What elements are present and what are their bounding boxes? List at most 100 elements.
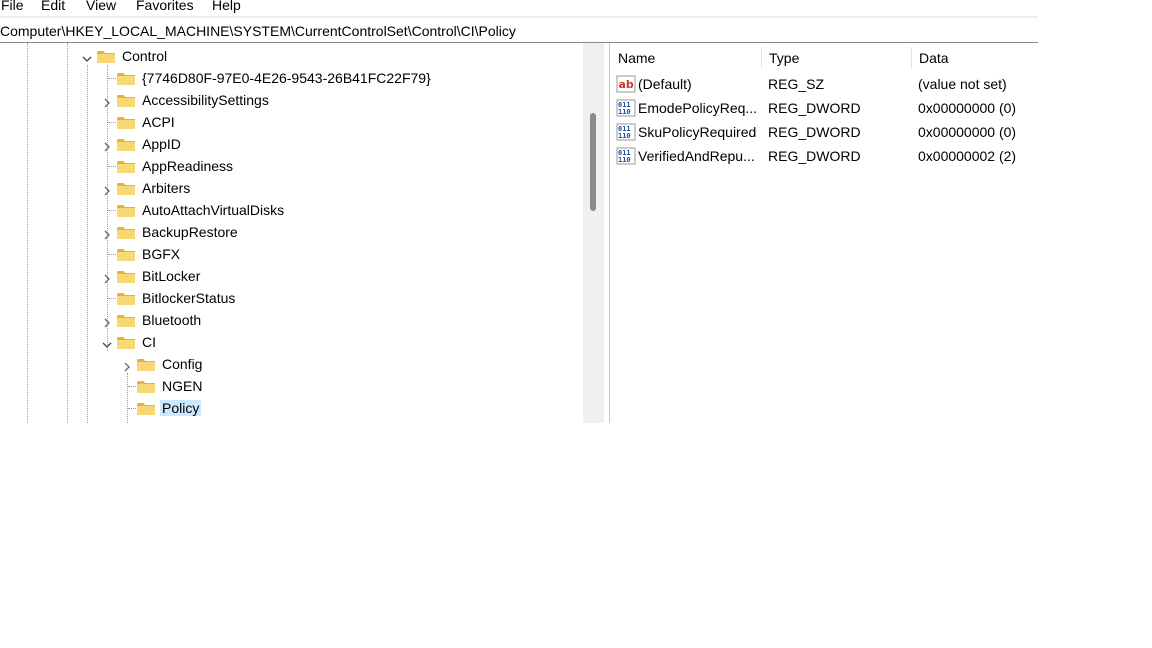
tree-node-label[interactable]: AppID <box>140 136 183 152</box>
tree-node[interactable]: Arbiters <box>0 177 583 199</box>
tree-node-label[interactable]: ACPI <box>140 114 177 130</box>
menu-favorites[interactable]: Favorites <box>136 0 194 15</box>
value-data: 0x00000000 (0) <box>918 100 1017 116</box>
tree-node[interactable]: AppID <box>0 133 583 155</box>
menu-view[interactable]: View <box>86 0 116 15</box>
tree-node-label[interactable]: AppReadiness <box>140 158 235 174</box>
tree-connector <box>108 298 116 299</box>
folder-icon <box>116 137 136 152</box>
binary-value-icon: 011 110 <box>616 147 636 165</box>
tree-node[interactable]: BitlockerStatus <box>0 287 583 309</box>
folder-icon <box>116 71 136 86</box>
folder-icon <box>116 203 136 218</box>
tree-connector <box>108 254 116 255</box>
address-path[interactable]: Computer\HKEY_LOCAL_MACHINE\SYSTEM\Curre… <box>0 22 516 40</box>
string-value-icon: ab <box>616 75 636 93</box>
value-list-pane[interactable]: Name Type Data ab (Default) REG_SZ (value n… <box>610 43 1038 423</box>
value-name: VerifiedAndRepu... <box>638 148 755 164</box>
chevron-right-icon[interactable] <box>102 227 112 240</box>
tree-node-label[interactable]: Policy <box>160 400 202 416</box>
chevron-right-icon[interactable] <box>102 315 112 328</box>
menu-bar: File Edit View Favorites Help <box>0 0 1038 16</box>
chevron-right-icon[interactable] <box>102 183 112 196</box>
chevron-right-icon[interactable] <box>102 139 112 152</box>
column-header-data-label: Data <box>919 50 949 66</box>
tree-node-label[interactable]: BitlockerStatus <box>140 290 237 306</box>
chevron-right-icon[interactable] <box>102 271 112 284</box>
tree-node[interactable]: Config <box>0 353 583 375</box>
folder-icon <box>96 49 116 64</box>
folder-icon <box>136 357 156 372</box>
column-header-type-label: Type <box>769 50 800 66</box>
tree-node-label[interactable]: Config <box>160 356 204 372</box>
svg-text:110: 110 <box>618 108 631 116</box>
tree-node-label[interactable]: AutoAttachVirtualDisks <box>140 202 286 218</box>
svg-text:ab: ab <box>619 78 634 91</box>
tree-node-label[interactable]: NGEN <box>160 378 204 394</box>
value-row[interactable]: ab (Default) REG_SZ (value not set) <box>610 72 1038 96</box>
tree-node-label[interactable]: CI <box>140 334 158 350</box>
value-row[interactable]: 011 110 SkuPolicyRequired REG_DWORD 0x000000… <box>610 120 1038 144</box>
tree-node[interactable]: {7746D80F-97E0-4E26-9543-26B41FC22F79} <box>0 67 583 89</box>
chevron-down-icon[interactable] <box>102 337 112 348</box>
value-name: (Default) <box>638 76 692 92</box>
tree-node[interactable]: AccessibilitySettings <box>0 89 583 111</box>
tree-node[interactable]: Bluetooth <box>0 309 583 331</box>
menu-separator <box>0 16 1038 18</box>
tree-scrollbar[interactable] <box>583 43 604 423</box>
value-name: EmodePolicyReq... <box>638 100 758 116</box>
tree-node[interactable]: CI <box>0 331 583 353</box>
column-header-name-label: Name <box>618 50 656 66</box>
registry-editor-window: File Edit View Favorites Help Computer\H… <box>0 0 1038 423</box>
folder-icon <box>136 379 156 394</box>
tree-connector <box>108 122 116 123</box>
value-row[interactable]: 011 110 VerifiedAndRepu... REG_DWORD 0x00000… <box>610 144 1038 168</box>
column-header-data[interactable]: Data <box>911 43 1038 71</box>
column-header-type[interactable]: Type <box>761 43 911 71</box>
binary-value-icon: 011 110 <box>616 123 636 141</box>
tree-node[interactable]: Control <box>0 45 583 67</box>
tree-node[interactable]: ACPI <box>0 111 583 133</box>
folder-icon <box>116 181 136 196</box>
folder-icon <box>116 335 136 350</box>
folder-icon <box>116 115 136 130</box>
tree-node-label[interactable]: BitLocker <box>140 268 202 284</box>
address-bar[interactable]: Computer\HKEY_LOCAL_MACHINE\SYSTEM\Curre… <box>0 19 1038 42</box>
tree-node-label[interactable]: AccessibilitySettings <box>140 92 271 108</box>
tree-node-label[interactable]: BackupRestore <box>140 224 240 240</box>
tree-node[interactable]: Policy <box>0 397 583 419</box>
tree-node-label[interactable]: Bluetooth <box>140 312 203 328</box>
chevron-right-icon[interactable] <box>102 95 112 108</box>
tree-scrollbar-thumb[interactable] <box>590 113 596 211</box>
tree-node[interactable]: BitLocker <box>0 265 583 287</box>
value-row[interactable]: 011 110 EmodePolicyReq... REG_DWORD 0x000000… <box>610 96 1038 120</box>
tree-node-label[interactable]: BGFX <box>140 246 182 262</box>
folder-icon <box>116 313 136 328</box>
binary-value-icon: 011 110 <box>616 99 636 117</box>
tree-node-label[interactable]: {7746D80F-97E0-4E26-9543-26B41FC22F79} <box>140 70 433 86</box>
tree-node[interactable]: BGFX <box>0 243 583 265</box>
menu-edit[interactable]: Edit <box>41 0 65 15</box>
tree-node[interactable]: AppReadiness <box>0 155 583 177</box>
tree-connector <box>128 386 136 387</box>
menu-file[interactable]: File <box>1 0 24 15</box>
chevron-down-icon[interactable] <box>82 51 92 62</box>
folder-icon <box>116 93 136 108</box>
folder-icon <box>116 247 136 262</box>
key-tree-pane[interactable]: Control {7746D80F-97E0-4E26-9543-26B41FC2… <box>0 43 583 423</box>
tree-node[interactable]: AutoAttachVirtualDisks <box>0 199 583 221</box>
tree-node-label[interactable]: Arbiters <box>140 180 192 196</box>
value-type: REG_DWORD <box>768 124 861 140</box>
svg-text:110: 110 <box>618 132 631 140</box>
tree-node-label[interactable]: Control <box>120 48 169 64</box>
chevron-right-icon[interactable] <box>122 359 132 372</box>
value-type: REG_SZ <box>768 76 825 92</box>
tree-connector <box>108 210 116 211</box>
tree-node[interactable]: NGEN <box>0 375 583 397</box>
value-data: (value not set) <box>918 76 1007 92</box>
folder-icon <box>116 291 136 306</box>
tree-node[interactable]: BackupRestore <box>0 221 583 243</box>
column-header-name[interactable]: Name <box>610 43 761 71</box>
value-type: REG_DWORD <box>768 100 861 116</box>
menu-help[interactable]: Help <box>212 0 241 15</box>
